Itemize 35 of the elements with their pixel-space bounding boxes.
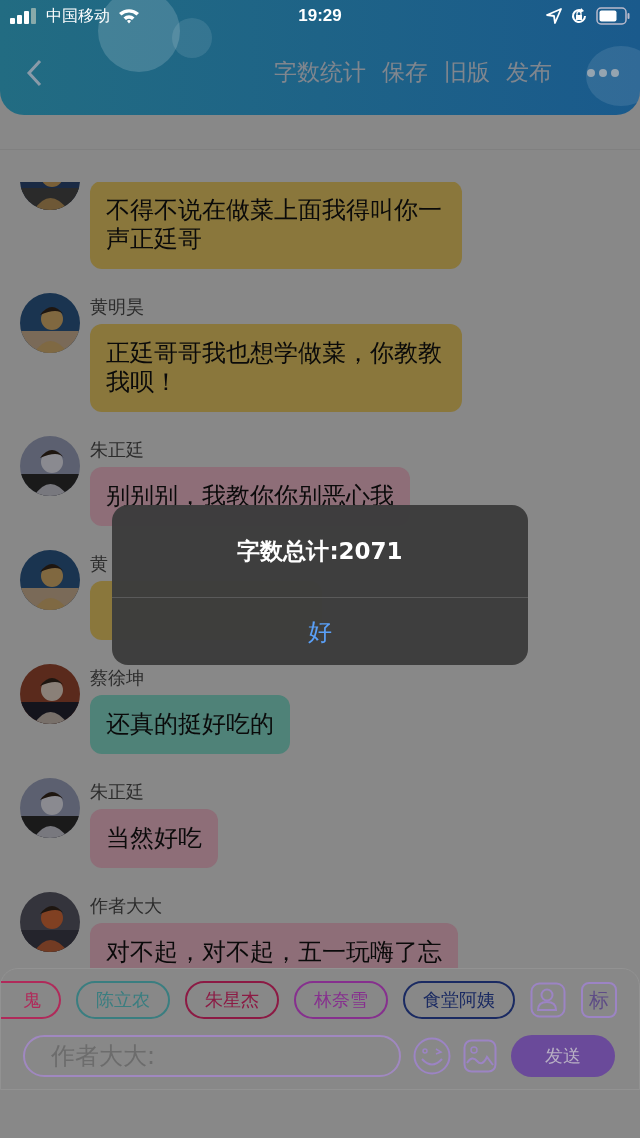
header-action[interactable]: 旧版 bbox=[440, 57, 494, 88]
send-button[interactable]: 发送 bbox=[511, 1035, 615, 1077]
emoji-icon[interactable] bbox=[413, 1037, 451, 1075]
header-action[interactable]: 发布 bbox=[502, 57, 556, 88]
battery-icon bbox=[596, 7, 630, 25]
message-bubble: 正廷哥哥我也想学做菜，你教教我呗！ bbox=[90, 324, 462, 412]
signal-icon bbox=[10, 8, 38, 24]
role-tag[interactable]: 鬼 bbox=[1, 981, 61, 1019]
carrier: 中国移动 bbox=[46, 5, 110, 27]
sender-name: 蔡徐坤 bbox=[90, 667, 144, 689]
decor-circle bbox=[586, 46, 640, 106]
role-tag[interactable]: 朱星杰 bbox=[185, 981, 279, 1019]
role-tag[interactable]: 食堂阿姨 bbox=[403, 981, 515, 1019]
more-icon[interactable] bbox=[586, 67, 620, 78]
clock: 19:29 bbox=[298, 6, 342, 26]
role-tag[interactable]: 陈立农 bbox=[76, 981, 170, 1019]
message-bubble: 不得不说在做菜上面我得叫你一声正廷哥 bbox=[90, 182, 462, 269]
message-bubble: 当然好吃 bbox=[90, 809, 218, 868]
rotation-lock-icon bbox=[570, 7, 588, 25]
ok-button[interactable]: 好 bbox=[112, 598, 528, 665]
header-action[interactable]: 保存 bbox=[378, 57, 432, 88]
sender-name: 朱正廷 bbox=[90, 439, 144, 461]
mark-button[interactable]: 标 bbox=[581, 982, 617, 1018]
message-bubble: 还真的挺好吃的 bbox=[90, 695, 290, 754]
location-icon bbox=[546, 8, 562, 24]
sender-name: 黄明昊 bbox=[90, 296, 144, 318]
sender-name: 黄 bbox=[90, 553, 108, 575]
wifi-icon bbox=[118, 8, 140, 24]
person-icon[interactable] bbox=[530, 982, 566, 1018]
sender-name: 朱正廷 bbox=[90, 781, 144, 803]
message-bubble: 对不起，对不起，五一玩嗨了忘 bbox=[90, 923, 458, 968]
role-tag[interactable]: 林奈雪 bbox=[294, 981, 388, 1019]
sender-name: 作者大大 bbox=[90, 895, 162, 917]
image-icon[interactable] bbox=[463, 1039, 497, 1073]
header-action[interactable]: 字数统计 bbox=[270, 57, 370, 88]
